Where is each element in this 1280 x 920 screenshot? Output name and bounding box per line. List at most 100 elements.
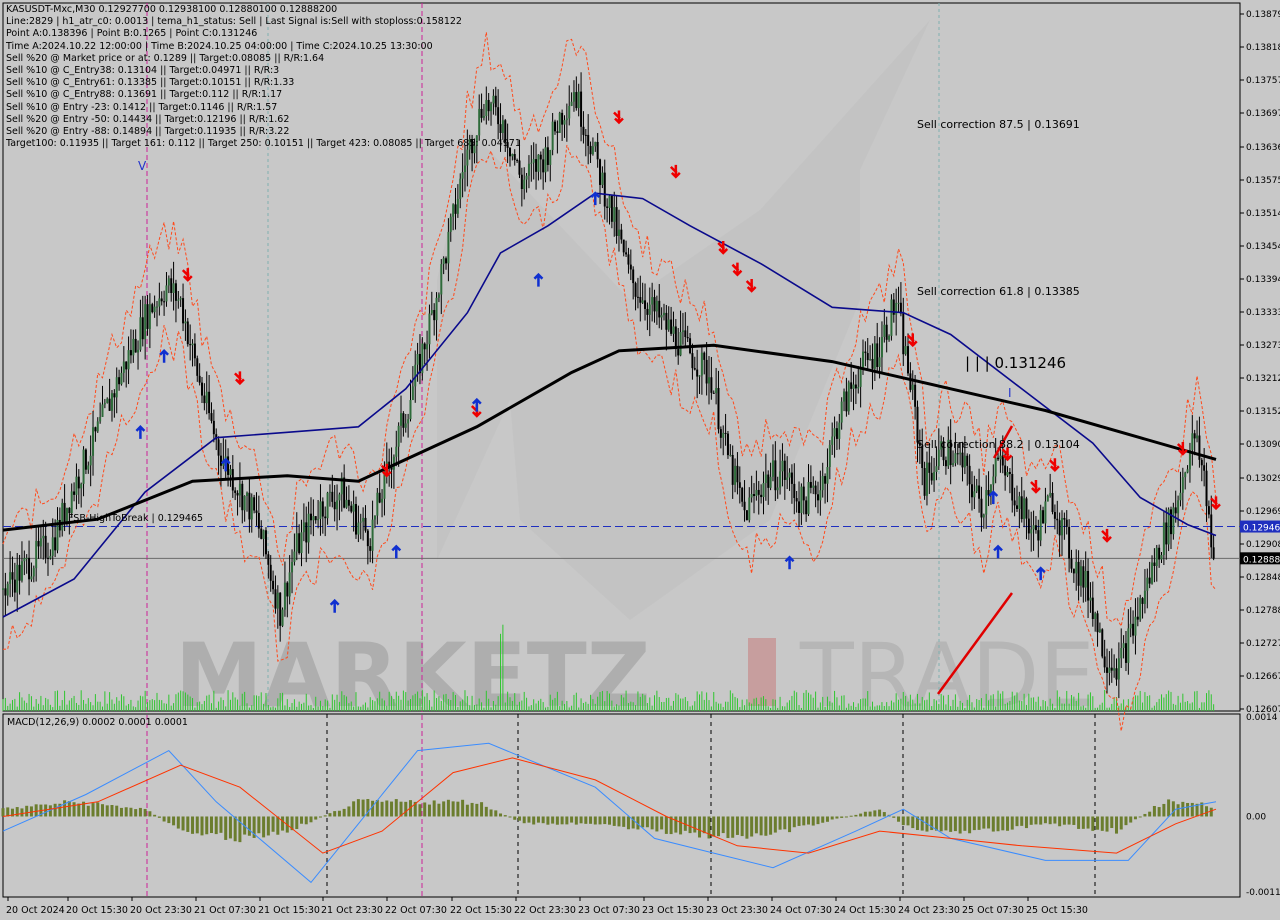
macd-hist-bar bbox=[987, 816, 991, 829]
macd-hist-bar bbox=[186, 816, 190, 832]
price-tick-label: 0.13818 bbox=[1246, 43, 1280, 53]
macd-hist-bar bbox=[555, 816, 559, 825]
candle-body bbox=[447, 231, 450, 264]
candle-body bbox=[691, 353, 694, 369]
candle-body bbox=[272, 580, 275, 590]
info-line-targets: Target100: 0.11935 || Target 161: 0.112 … bbox=[6, 138, 521, 150]
macd-hist-bar bbox=[953, 816, 957, 832]
candle-body bbox=[994, 457, 997, 477]
candle-body bbox=[397, 425, 400, 447]
macd-hist-bar bbox=[579, 816, 583, 824]
macd-hist-bar bbox=[863, 811, 867, 817]
candle-body bbox=[845, 391, 848, 412]
candle-body bbox=[816, 494, 819, 501]
candle-body bbox=[437, 294, 440, 298]
candle-body bbox=[724, 432, 727, 434]
candle-body bbox=[345, 499, 348, 508]
macd-hist-bar bbox=[271, 816, 275, 832]
macd-hist-bar bbox=[228, 816, 232, 839]
candle-body bbox=[1023, 498, 1026, 520]
candle-body bbox=[1015, 505, 1018, 509]
candle-body bbox=[1148, 577, 1151, 584]
macd-hist-bar bbox=[1162, 803, 1166, 817]
candle-body bbox=[722, 432, 725, 438]
macd-hist-bar bbox=[110, 804, 114, 817]
candle-body bbox=[736, 465, 739, 483]
candle-body bbox=[1181, 477, 1184, 493]
price-tick-label: 0.13636 bbox=[1246, 143, 1280, 153]
macd-hist-bar bbox=[1001, 816, 1005, 831]
candle-body bbox=[333, 501, 336, 510]
macd-hist-bar bbox=[835, 816, 839, 819]
price-tick-label: 0.12667 bbox=[1246, 672, 1280, 682]
macd-hist-bar bbox=[465, 804, 469, 817]
macd-hist-bar bbox=[77, 803, 81, 817]
price-tick-label: 0.13273 bbox=[1246, 341, 1280, 351]
candle-body bbox=[833, 428, 836, 437]
time-tick-label: 25 Oct 15:30 bbox=[1026, 905, 1088, 916]
candle-body bbox=[92, 427, 95, 456]
candle-body bbox=[101, 404, 104, 417]
candle-body bbox=[305, 522, 308, 543]
info-line-entry-minus50: Sell %20 @ Entry -50: 0.14434 || Target:… bbox=[6, 113, 290, 125]
candle-body bbox=[558, 112, 561, 133]
candle-body bbox=[1075, 561, 1078, 574]
candle-body bbox=[146, 304, 149, 329]
candle-body bbox=[771, 460, 774, 477]
candle-body bbox=[1056, 518, 1059, 521]
candle-body bbox=[262, 530, 265, 539]
candle-body bbox=[696, 369, 699, 377]
macd-hist-bar bbox=[352, 801, 356, 817]
macd-hist-bar bbox=[622, 816, 626, 827]
candle-body bbox=[629, 264, 632, 270]
candle-body bbox=[622, 239, 625, 253]
indicator-info-panel: KASUSDT-Mxc,M30 0.12927700 0.12938100 0.… bbox=[6, 4, 521, 150]
candle-body bbox=[554, 121, 557, 132]
candle-body bbox=[158, 298, 161, 307]
macd-hist-bar bbox=[830, 816, 834, 820]
candle-body bbox=[819, 490, 822, 501]
candle-body bbox=[260, 528, 263, 539]
current-price-label: 0.12888 bbox=[1243, 555, 1280, 565]
candle-body bbox=[563, 120, 566, 125]
macd-hist-bar bbox=[53, 803, 57, 817]
candle-body bbox=[355, 504, 358, 535]
candle-body bbox=[319, 501, 322, 519]
candle-body bbox=[1124, 643, 1127, 663]
macd-hist-bar bbox=[115, 805, 119, 817]
candle-body bbox=[985, 490, 988, 515]
macd-hist-bar bbox=[1096, 816, 1100, 830]
candle-body bbox=[885, 324, 888, 340]
candle-body bbox=[854, 384, 857, 389]
candle-body bbox=[317, 518, 320, 521]
candle-body bbox=[1051, 492, 1054, 512]
macd-hist-bar bbox=[859, 813, 863, 817]
macd-hist-bar bbox=[432, 800, 436, 817]
candle-body bbox=[738, 482, 741, 488]
candle-body bbox=[1063, 517, 1066, 520]
macd-hist-bar bbox=[1067, 816, 1071, 825]
candle-body bbox=[535, 159, 538, 172]
macd-hist-bar bbox=[314, 816, 318, 820]
candle-body bbox=[293, 551, 296, 562]
macd-hist-bar bbox=[1020, 816, 1024, 826]
candle-body bbox=[731, 455, 734, 485]
macd-hist-bar bbox=[603, 816, 607, 825]
candle-body bbox=[648, 304, 651, 315]
candle-body bbox=[1006, 471, 1009, 476]
sell-correction-618-label: Sell correction 61.8 | 0.13385 bbox=[917, 285, 1080, 298]
candle-body bbox=[1008, 471, 1011, 474]
macd-hist-bar bbox=[1081, 816, 1085, 829]
candle-body bbox=[610, 195, 613, 222]
macd-hist-bar bbox=[641, 816, 645, 828]
candle-body bbox=[599, 159, 602, 185]
macd-hist-bar bbox=[849, 815, 853, 817]
candle-body bbox=[369, 546, 372, 551]
macd-hist-bar bbox=[304, 816, 308, 825]
candle-body bbox=[1087, 570, 1090, 601]
info-line-times: Time A:2024.10.22 12:00:00 | Time B:2024… bbox=[6, 40, 433, 52]
candle-body bbox=[103, 402, 106, 405]
candle-body bbox=[378, 492, 381, 503]
macd-hist-bar bbox=[404, 801, 408, 817]
macd-tick-label: 0.00 bbox=[1246, 812, 1266, 822]
